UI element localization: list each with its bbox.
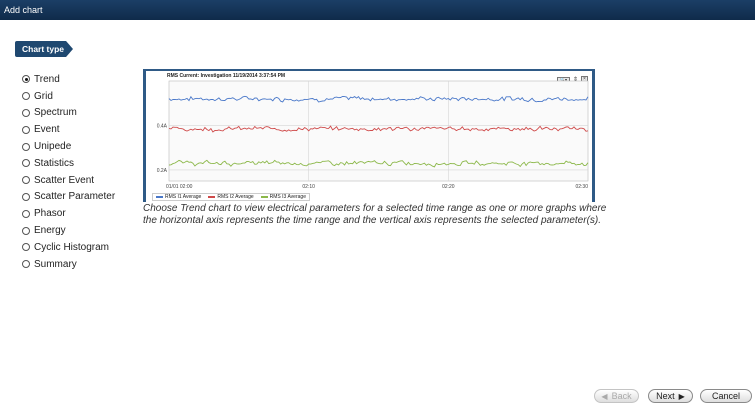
chart-type-option-grid[interactable]: Grid bbox=[22, 88, 115, 105]
chart-type-option-label: Scatter Event bbox=[34, 174, 95, 186]
chart-type-option-scatter-event[interactable]: Scatter Event bbox=[22, 172, 115, 189]
radio-button[interactable] bbox=[22, 192, 30, 201]
radio-button[interactable] bbox=[22, 142, 30, 151]
legend-label: RMS I3 Average bbox=[269, 194, 306, 200]
chart-preview: RMS Current: Investigation 11/19/2014 3:… bbox=[143, 69, 595, 202]
chart-type-option-summary[interactable]: Summary bbox=[22, 256, 115, 273]
cancel-button-label: Cancel bbox=[711, 391, 740, 401]
next-button-label: Next bbox=[656, 391, 675, 401]
back-arrow-icon: ◀ bbox=[601, 391, 608, 401]
trend-plot: 0.4A 0.2A 01/01 02:00 02:10 02:20 02:30 bbox=[157, 80, 589, 190]
x-tick-label: 01/01 02:00 bbox=[166, 184, 193, 190]
chart-type-option-event[interactable]: Event bbox=[22, 121, 115, 138]
chart-type-option-label: Spectrum bbox=[34, 107, 77, 119]
legend-label: RMS I1 Average bbox=[165, 194, 202, 200]
x-tick-label: 02:30 bbox=[575, 184, 588, 190]
chart-type-option-label: Event bbox=[34, 124, 60, 136]
chart-type-option-label: Grid bbox=[34, 90, 53, 102]
radio-button[interactable] bbox=[22, 125, 30, 134]
legend-item: RMS I1 Average bbox=[156, 194, 201, 200]
radio-button[interactable] bbox=[22, 159, 30, 168]
radio-button[interactable] bbox=[22, 260, 30, 269]
legend-swatch bbox=[260, 196, 268, 198]
back-button-label: Back bbox=[611, 391, 632, 401]
chart-type-option-label: Statistics bbox=[34, 157, 75, 169]
radio-button[interactable] bbox=[22, 75, 30, 84]
legend-item: RMS I3 Average bbox=[260, 194, 306, 200]
radio-button[interactable] bbox=[22, 226, 30, 235]
legend-item: RMS I2 Average bbox=[208, 194, 254, 200]
legend-swatch bbox=[208, 196, 216, 198]
chart-type-option-label: Scatter Parameter bbox=[34, 191, 116, 203]
radio-button[interactable] bbox=[22, 243, 30, 252]
chart-type-description: Choose Trend chart to view electrical pa… bbox=[143, 203, 607, 226]
chart-type-list: Trend Grid Spectrum Event Unipede Statistics S… bbox=[22, 71, 115, 273]
window-title: Add chart bbox=[0, 0, 755, 20]
next-button[interactable]: Next ▶ bbox=[648, 389, 693, 403]
chart-type-option-label: Summary bbox=[34, 258, 77, 270]
chart-type-option-label: Trend bbox=[34, 73, 60, 85]
chart-type-option-statistics[interactable]: Statistics bbox=[22, 155, 115, 172]
next-arrow-icon: ▶ bbox=[678, 391, 685, 401]
x-tick-label: 02:20 bbox=[442, 184, 455, 190]
radio-button[interactable] bbox=[22, 92, 30, 101]
chart-legend: RMS I1 Average RMS I2 Average RMS I3 Avera… bbox=[152, 193, 310, 201]
legend-label: RMS I2 Average bbox=[217, 194, 254, 200]
back-button[interactable]: ◀ Back bbox=[594, 389, 639, 403]
chart-type-option-label: Unipede bbox=[34, 141, 72, 153]
chart-type-option-scatter-parameter[interactable]: Scatter Parameter bbox=[22, 189, 115, 206]
cancel-button[interactable]: Cancel bbox=[700, 389, 752, 403]
chart-type-heading: Chart type bbox=[15, 41, 73, 57]
radio-button[interactable] bbox=[22, 176, 30, 185]
chart-type-option-trend[interactable]: Trend bbox=[22, 71, 115, 88]
chart-type-option-label: Cyclic Histogram bbox=[34, 241, 110, 253]
chart-type-option-label: Energy bbox=[34, 225, 66, 237]
chart-type-option-unipede[interactable]: Unipede bbox=[22, 138, 115, 155]
chart-type-option-spectrum[interactable]: Spectrum bbox=[22, 105, 115, 122]
chart-type-option-label: Phasor bbox=[34, 208, 66, 220]
chart-type-option-cyclic-histogram[interactable]: Cyclic Histogram bbox=[22, 239, 115, 256]
radio-button[interactable] bbox=[22, 108, 30, 117]
radio-button[interactable] bbox=[22, 209, 30, 218]
y-tick-label: 0.2A bbox=[157, 168, 168, 174]
chart-type-option-phasor[interactable]: Phasor bbox=[22, 205, 115, 222]
x-tick-label: 02:10 bbox=[302, 184, 315, 190]
legend-swatch bbox=[156, 196, 163, 198]
y-tick-label: 0.4A bbox=[157, 123, 168, 129]
chart-type-option-energy[interactable]: Energy bbox=[22, 222, 115, 239]
plot-area bbox=[168, 80, 589, 182]
